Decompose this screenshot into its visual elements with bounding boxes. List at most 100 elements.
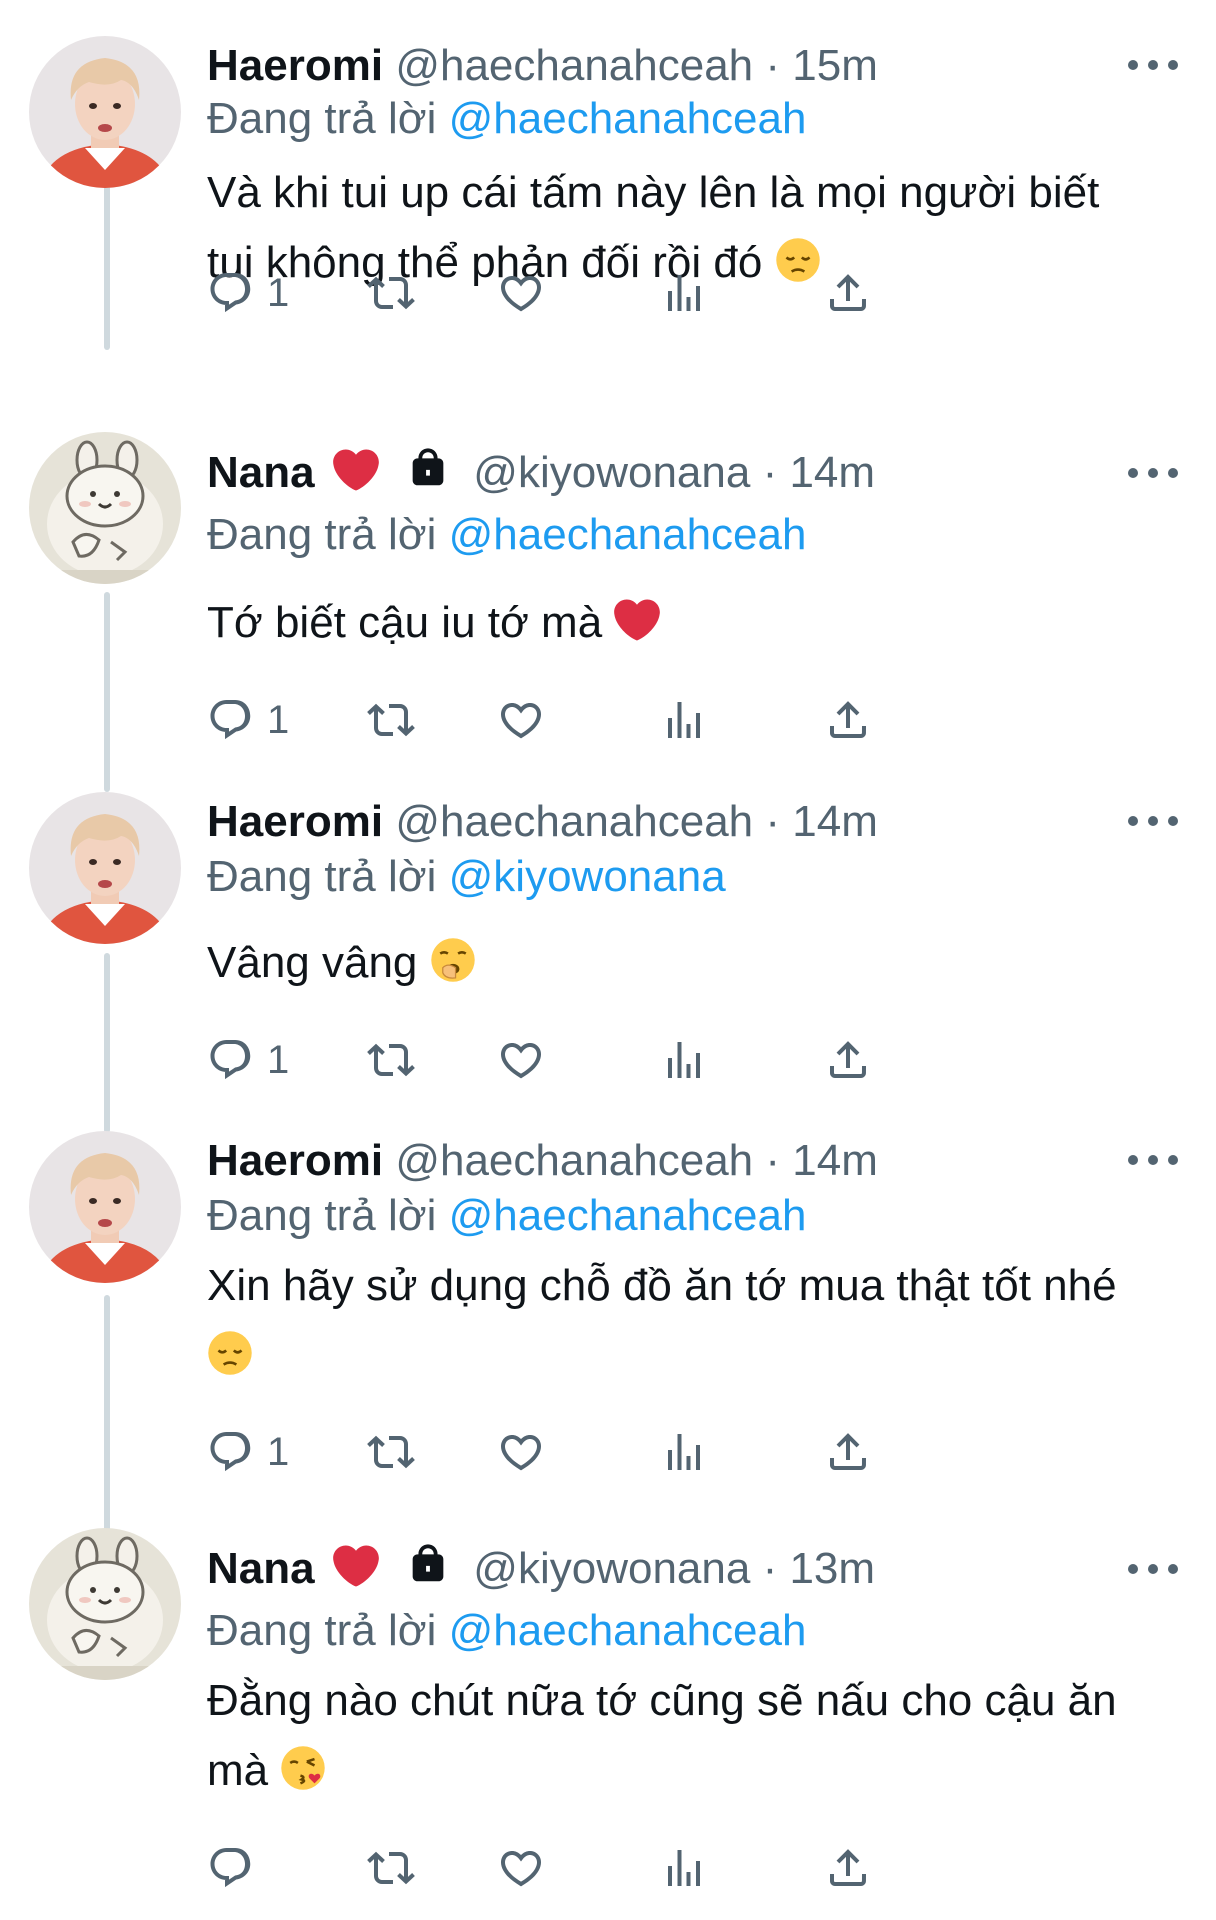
- display-name[interactable]: Haeromi: [207, 41, 383, 90]
- avatar[interactable]: [29, 36, 181, 188]
- like-icon: [497, 1844, 545, 1892]
- action-bar: 1: [207, 265, 1067, 321]
- like-icon: [497, 696, 545, 744]
- mention-link[interactable]: @haechanahceah: [449, 1606, 807, 1655]
- share-button[interactable]: [824, 1032, 872, 1088]
- avatar-image: [29, 432, 181, 584]
- like-button[interactable]: [497, 1424, 545, 1480]
- share-icon: [824, 696, 872, 744]
- avatar[interactable]: [29, 1131, 181, 1283]
- share-button[interactable]: [824, 692, 872, 748]
- more-icon[interactable]: [1128, 1554, 1178, 1584]
- reply-icon: [207, 1036, 255, 1084]
- action-bar: 1: [207, 1032, 1067, 1088]
- handle[interactable]: @haechanahceah: [395, 1136, 753, 1185]
- retweet-button[interactable]: [367, 1840, 415, 1896]
- timestamp[interactable]: 13m: [789, 1544, 875, 1593]
- display-name[interactable]: Nana: [207, 448, 315, 497]
- handle[interactable]: @kiyowonana: [473, 448, 750, 497]
- share-button[interactable]: [824, 1840, 872, 1896]
- tweet-text-content: Vâng vâng: [207, 938, 418, 987]
- reply-count: 1: [267, 1429, 290, 1474]
- retweet-icon: [367, 1844, 415, 1892]
- handle[interactable]: @haechanahceah: [395, 797, 753, 846]
- avatar[interactable]: [29, 792, 181, 944]
- retweet-button[interactable]: [367, 1424, 415, 1480]
- replying-prefix: Đang trả lời: [207, 510, 449, 559]
- avatar-image: [29, 792, 181, 944]
- thread-connector: [104, 160, 110, 350]
- reply-button[interactable]: 1: [207, 1424, 289, 1480]
- reply-count: 1: [267, 270, 290, 315]
- reply-icon: [207, 269, 255, 317]
- pensive-emoji: [208, 1331, 252, 1375]
- display-name[interactable]: Haeromi: [207, 797, 383, 846]
- retweet-button[interactable]: [367, 1032, 415, 1088]
- views-button[interactable]: [660, 692, 708, 748]
- share-button[interactable]: [824, 1424, 872, 1480]
- replying-to: Đang trả lời @haechanahceah: [207, 1604, 806, 1658]
- timestamp[interactable]: 14m: [792, 1136, 878, 1185]
- tweet-text-content: Tớ biết cậu iu tớ mà: [207, 598, 603, 647]
- like-button[interactable]: [497, 1032, 545, 1088]
- more-icon[interactable]: [1128, 50, 1178, 80]
- tweet-text: Vâng vâng: [207, 928, 1147, 998]
- kiss-emoji: [281, 1746, 326, 1790]
- mention-link[interactable]: @haechanahceah: [449, 1191, 807, 1240]
- like-icon: [497, 269, 545, 317]
- more-icon[interactable]: [1128, 806, 1178, 836]
- heart-emoji: [333, 1543, 379, 1589]
- retweet-icon: [367, 696, 415, 744]
- heart-emoji: [333, 447, 379, 493]
- retweet-button[interactable]: [367, 265, 415, 321]
- share-icon: [824, 1428, 872, 1476]
- views-icon: [660, 1036, 708, 1084]
- views-icon: [660, 1844, 708, 1892]
- tweet-text-content: Đằng nào chút nữa tớ cũng sẽ nấu cho cậu…: [207, 1676, 1117, 1795]
- more-icon[interactable]: [1128, 458, 1178, 488]
- like-button[interactable]: [497, 265, 545, 321]
- mention-link[interactable]: @haechanahceah: [449, 94, 807, 143]
- reply-button[interactable]: 1: [207, 265, 289, 321]
- mention-link[interactable]: @kiyowonana: [449, 852, 726, 901]
- tweet-header: Haeromi @haechanahceah · 14m: [207, 1133, 1136, 1189]
- avatar[interactable]: [29, 1528, 181, 1680]
- retweet-button[interactable]: [367, 692, 415, 748]
- timestamp[interactable]: 15m: [792, 41, 878, 90]
- lock-icon: [405, 445, 451, 491]
- replying-to: Đang trả lời @kiyowonana: [207, 850, 726, 904]
- mention-link[interactable]: @haechanahceah: [449, 510, 807, 559]
- display-name[interactable]: Nana: [207, 1544, 315, 1593]
- tweet-header: Nana @kiyowonana · 14m: [207, 445, 1136, 501]
- reply-count: 1: [267, 1037, 290, 1082]
- share-button[interactable]: [824, 265, 872, 321]
- views-button[interactable]: [660, 1840, 708, 1896]
- reply-button[interactable]: 1: [207, 692, 289, 748]
- thread-connector: [104, 953, 110, 1133]
- views-button[interactable]: [660, 1424, 708, 1480]
- reply-button[interactable]: [207, 1840, 267, 1896]
- views-button[interactable]: [660, 1032, 708, 1088]
- timestamp[interactable]: 14m: [792, 797, 878, 846]
- display-name[interactable]: Haeromi: [207, 1136, 383, 1185]
- more-icon[interactable]: [1128, 1145, 1178, 1175]
- tweet-header: Haeromi @haechanahceah · 14m: [207, 794, 1136, 850]
- avatar-image: [29, 36, 181, 188]
- share-icon: [824, 1844, 872, 1892]
- like-button[interactable]: [497, 692, 545, 748]
- tweet-text: Tớ biết cậu iu tớ mà: [207, 588, 1147, 658]
- replying-prefix: Đang trả lời: [207, 94, 449, 143]
- replying-to: Đang trả lời @haechanahceah: [207, 508, 806, 562]
- tweet-text: Đằng nào chút nữa tớ cũng sẽ nấu cho cậu…: [207, 1666, 1147, 1806]
- avatar-image: [29, 1131, 181, 1283]
- handle[interactable]: @haechanahceah: [395, 41, 753, 90]
- avatar[interactable]: [29, 432, 181, 584]
- tweet-text-content: Xin hãy sử dụng chỗ đồ ăn tớ mua thật tố…: [207, 1261, 1117, 1310]
- reply-button[interactable]: 1: [207, 1032, 289, 1088]
- like-button[interactable]: [497, 1840, 545, 1896]
- replying-prefix: Đang trả lời: [207, 852, 449, 901]
- views-icon: [660, 1428, 708, 1476]
- handle[interactable]: @kiyowonana: [473, 1544, 750, 1593]
- timestamp[interactable]: 14m: [789, 448, 875, 497]
- views-button[interactable]: [660, 265, 708, 321]
